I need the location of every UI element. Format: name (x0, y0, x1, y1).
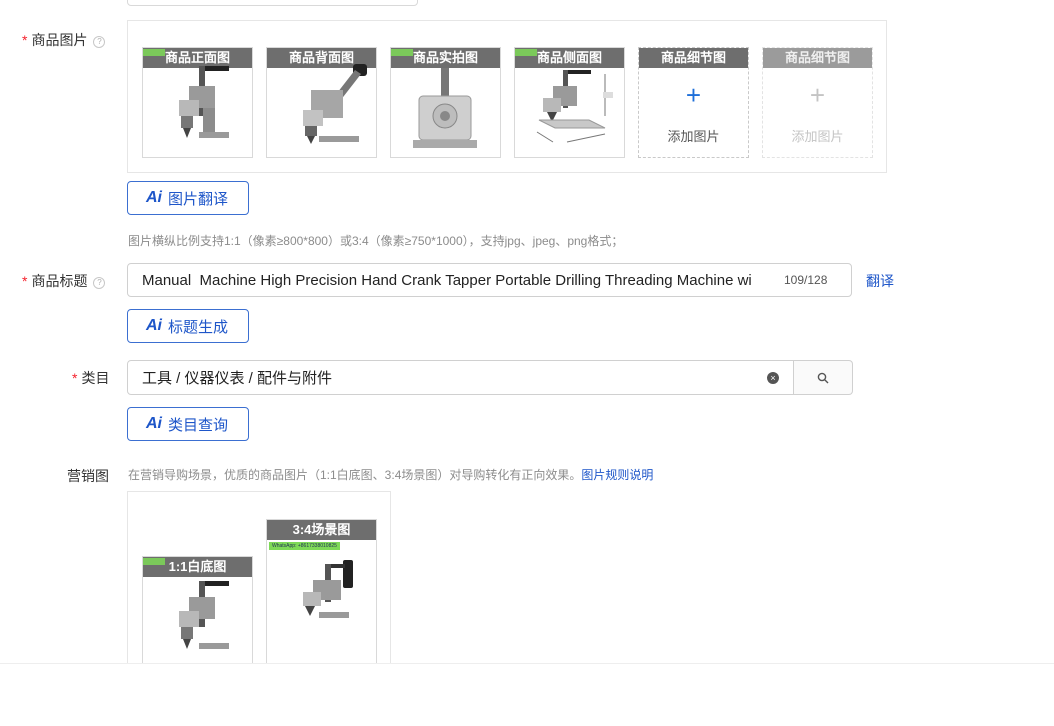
image-caption: 商品细节图 (763, 48, 872, 68)
button-label: 图片翻译 (168, 190, 229, 208)
add-detail-image-slot-disabled: 商品细节图 + 添加图片 (762, 47, 873, 158)
translate-link[interactable]: 翻译 (866, 271, 894, 291)
ai-icon: Ai (146, 415, 162, 432)
char-counter: 109/128 (784, 273, 828, 287)
product-images-panel: 商品正面图 商品背面图 商品实拍图 商品侧面图 商品细节图 + 添加图片 商品细… (127, 20, 887, 173)
product-title-input[interactable]: Manual Machine High Precision Hand Crank… (127, 263, 852, 297)
marketing-hint-text: 在营销导购场景，优质的商品图片（1:1白底图、3:4场景图）对导购转化有正向效果… (128, 468, 582, 482)
plus-icon: + (809, 80, 826, 110)
required-mark: * (22, 32, 28, 48)
hand-crank-tapper-image (303, 560, 353, 618)
marketing-hint: 在营销导购场景，优质的商品图片（1:1白底图、3:4场景图）对导购转化有正向效果… (128, 466, 653, 483)
help-icon[interactable]: ? (93, 277, 106, 289)
marketing-image-scene[interactable]: 3:4场景图 WhatsApp: +8617338010825 (266, 519, 377, 671)
product-title-label-text: 商品标题 (31, 273, 88, 289)
image-caption: 商品细节图 (639, 48, 748, 68)
button-label: 标题生成 (168, 318, 229, 336)
add-image-text: 添加图片 (667, 129, 720, 144)
image-translate-button[interactable]: Ai 图片翻译 (127, 181, 249, 215)
required-mark: * (22, 273, 28, 289)
marketing-images-label: 营销图 (67, 468, 109, 484)
product-images-label-text: 商品图片 (31, 32, 88, 48)
image-format-hint: 图片横纵比例支持1:1（像素≥800*800）或3:4（像素≥750*1000）… (128, 234, 624, 248)
required-mark: * (72, 370, 78, 386)
hand-crank-tapper-image (413, 68, 477, 148)
add-image-text: 添加图片 (791, 129, 844, 144)
product-image-side[interactable]: 商品侧面图 (514, 47, 625, 158)
hand-crank-tapper-image (303, 64, 367, 144)
product-image-real-shot[interactable]: 商品实拍图 (390, 47, 501, 158)
category-search-button[interactable] (794, 360, 853, 395)
hand-crank-tapper-image (179, 581, 229, 649)
product-image-back[interactable]: 商品背面图 (266, 47, 377, 158)
category-label: * 类目 (72, 368, 109, 388)
category-value: 工具 / 仪器仪表 / 配件与附件 (142, 370, 333, 387)
ai-icon: Ai (146, 189, 162, 206)
clear-icon[interactable]: × (767, 371, 779, 384)
button-label: 类目查询 (168, 416, 229, 434)
add-detail-image-slot[interactable]: 商品细节图 + 添加图片 (638, 47, 749, 158)
category-label-text: 类目 (81, 370, 110, 386)
image-rules-link[interactable]: 图片规则说明 (581, 468, 653, 482)
title-value: Manual Machine High Precision Hand Crank… (142, 271, 752, 289)
product-image-front[interactable]: 商品正面图 (142, 47, 253, 158)
help-icon[interactable]: ? (93, 36, 106, 48)
title-generate-button[interactable]: Ai 标题生成 (127, 309, 249, 343)
product-title-label: * 商品标题? (22, 271, 106, 291)
category-input[interactable]: 工具 / 仪器仪表 / 配件与附件 × (127, 360, 794, 395)
footer-blank-area (0, 663, 1054, 726)
plus-icon: + (685, 80, 702, 110)
hand-crank-tapper-image (179, 66, 229, 138)
product-images-label: * 商品图片? (22, 30, 106, 50)
search-icon (817, 372, 829, 383)
marketing-image-white-bg[interactable]: 1:1白底图 (142, 556, 253, 667)
previous-field-input[interactable] (127, 0, 418, 6)
ai-icon: Ai (146, 317, 162, 334)
hand-crank-tapper-dimension-image (536, 70, 613, 143)
category-query-button[interactable]: Ai 类目查询 (127, 407, 249, 441)
